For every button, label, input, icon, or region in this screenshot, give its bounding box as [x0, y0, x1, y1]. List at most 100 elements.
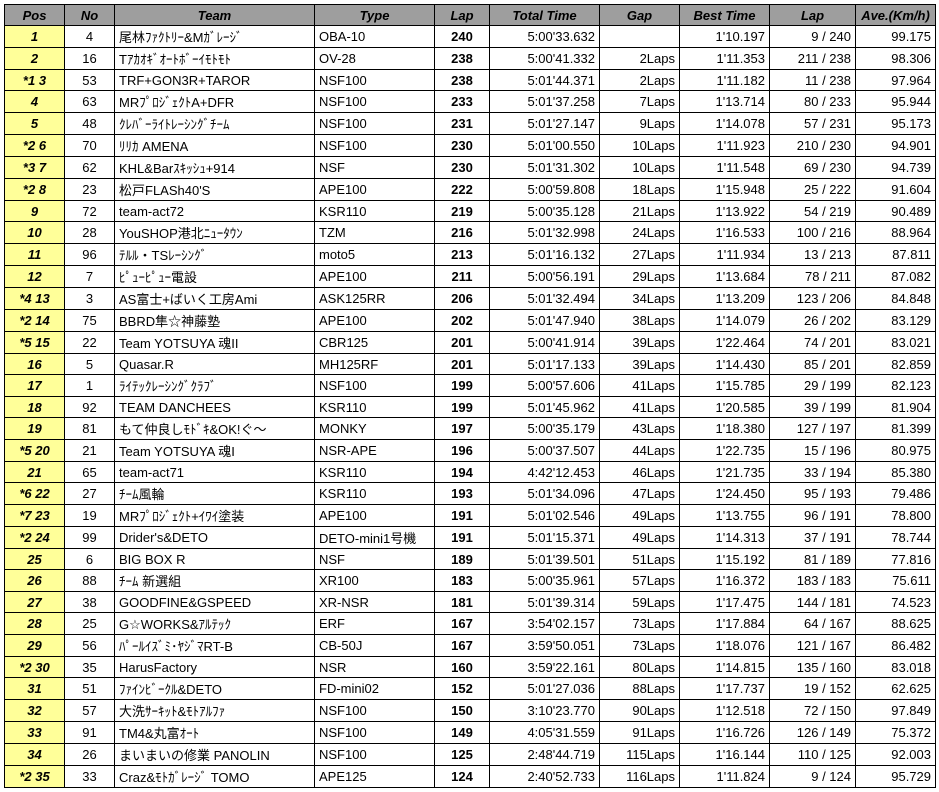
cell-bt: 1'14.430	[680, 354, 770, 375]
cell-team: まいまいの修業 PANOLIN	[115, 744, 315, 766]
cell-no: 88	[65, 570, 115, 592]
cell-type: APE100	[315, 310, 435, 332]
cell-ave: 91.604	[856, 179, 936, 201]
table-row: 2956ﾊﾟｰﾙｲｽﾞﾐ･ﾔｼﾞﾏRT-BCB-50J1673:59'50.05…	[5, 635, 936, 657]
cell-lap: 125	[435, 744, 490, 766]
cell-bt: 1'16.372	[680, 570, 770, 592]
cell-blap: 9 / 240	[770, 26, 856, 48]
cell-bt: 1'12.518	[680, 700, 770, 722]
cell-pos: *2 24	[5, 527, 65, 549]
cell-blap: 11 / 238	[770, 70, 856, 91]
col-type: Type	[315, 5, 435, 26]
cell-lap: 213	[435, 244, 490, 266]
cell-gap: 2Laps	[600, 48, 680, 70]
cell-team: team-act71	[115, 462, 315, 483]
cell-team: AS富士+ばいく工房Ami	[115, 288, 315, 310]
cell-type: NSF100	[315, 70, 435, 91]
cell-no: 28	[65, 222, 115, 244]
cell-ave: 77.816	[856, 549, 936, 570]
cell-bt: 1'11.923	[680, 135, 770, 157]
cell-lap: 238	[435, 48, 490, 70]
cell-blap: 110 / 125	[770, 744, 856, 766]
cell-tt: 4:05'31.559	[490, 722, 600, 744]
cell-lap: 197	[435, 418, 490, 440]
cell-gap: 46Laps	[600, 462, 680, 483]
cell-lap: 219	[435, 201, 490, 222]
cell-type: CBR125	[315, 332, 435, 354]
cell-ave: 86.482	[856, 635, 936, 657]
cell-ave: 81.904	[856, 397, 936, 418]
cell-pos: 25	[5, 549, 65, 570]
cell-lap: 211	[435, 266, 490, 288]
table-row: 165Quasar.RMH125RF2015:01'17.13339Laps1'…	[5, 354, 936, 375]
cell-lap: 240	[435, 26, 490, 48]
cell-lap: 167	[435, 635, 490, 657]
cell-lap: 191	[435, 527, 490, 549]
cell-no: 92	[65, 397, 115, 418]
cell-type: DETO-mini1号機	[315, 527, 435, 549]
cell-no: 91	[65, 722, 115, 744]
cell-lap: 222	[435, 179, 490, 201]
col-ave: Ave.(Km/h)	[856, 5, 936, 26]
cell-gap: 57Laps	[600, 570, 680, 592]
cell-gap: 39Laps	[600, 332, 680, 354]
cell-gap: 80Laps	[600, 657, 680, 678]
cell-ave: 78.800	[856, 505, 936, 527]
cell-no: 62	[65, 157, 115, 179]
cell-lap: 124	[435, 766, 490, 788]
cell-no: 53	[65, 70, 115, 91]
cell-blap: 123 / 206	[770, 288, 856, 310]
cell-blap: 19 / 152	[770, 678, 856, 700]
cell-no: 16	[65, 48, 115, 70]
cell-type: NSF100	[315, 722, 435, 744]
cell-team: 大洗ｻｰｷｯﾄ&ﾓﾄｱﾙﾌｧ	[115, 700, 315, 722]
cell-tt: 4:42'12.453	[490, 462, 600, 483]
cell-team: Drider's&DETO	[115, 527, 315, 549]
cell-tt: 5:01'27.036	[490, 678, 600, 700]
cell-type: NSF100	[315, 113, 435, 135]
table-row: 548ｸﾚﾊﾞｰﾗｲﾄﾚｰｼﾝｸﾞﾁｰﾑNSF1002315:01'27.147…	[5, 113, 936, 135]
results-table: Pos No Team Type Lap Total Time Gap Best…	[4, 4, 936, 788]
cell-blap: 210 / 230	[770, 135, 856, 157]
cell-team: 松戸FLASh40'S	[115, 179, 315, 201]
cell-no: 96	[65, 244, 115, 266]
cell-gap	[600, 26, 680, 48]
cell-pos: 11	[5, 244, 65, 266]
cell-no: 3	[65, 288, 115, 310]
table-row: *3 762KHL&Barｽｷｯｼｭ+914NSF2305:01'31.3021…	[5, 157, 936, 179]
cell-bt: 1'17.475	[680, 592, 770, 613]
cell-tt: 5:01'45.962	[490, 397, 600, 418]
cell-tt: 5:00'35.961	[490, 570, 600, 592]
cell-gap: 47Laps	[600, 483, 680, 505]
cell-pos: *5 20	[5, 440, 65, 462]
cell-tt: 5:01'15.371	[490, 527, 600, 549]
cell-team: team-act72	[115, 201, 315, 222]
cell-team: ﾃﾙﾙ・TSﾚｰｼﾝｸﾞ	[115, 244, 315, 266]
col-team: Team	[115, 5, 315, 26]
cell-ave: 95.944	[856, 91, 936, 113]
table-row: *4 133AS富士+ばいく工房AmiASK125RR2065:01'32.49…	[5, 288, 936, 310]
cell-team: MRﾌﾟﾛｼﾞｪｸﾄA+DFR	[115, 91, 315, 113]
cell-team: ﾌｧｲﾝﾋﾞｰｸﾙ&DETO	[115, 678, 315, 700]
cell-lap: 181	[435, 592, 490, 613]
cell-bt: 1'11.548	[680, 157, 770, 179]
cell-ave: 83.129	[856, 310, 936, 332]
cell-no: 33	[65, 766, 115, 788]
cell-team: Tｱｶｵｷﾞｵｰﾄﾎﾞｰｲﾓﾄﾓﾄ	[115, 48, 315, 70]
cell-ave: 99.175	[856, 26, 936, 48]
cell-bt: 1'11.353	[680, 48, 770, 70]
cell-pos: 28	[5, 613, 65, 635]
cell-gap: 51Laps	[600, 549, 680, 570]
cell-lap: 183	[435, 570, 490, 592]
cell-type: FD-mini02	[315, 678, 435, 700]
cell-gap: 73Laps	[600, 613, 680, 635]
cell-tt: 3:54'02.157	[490, 613, 600, 635]
cell-lap: 230	[435, 135, 490, 157]
cell-team: Team YOTSUYA 魂II	[115, 332, 315, 354]
cell-pos: 31	[5, 678, 65, 700]
cell-bt: 1'15.948	[680, 179, 770, 201]
cell-blap: 72 / 150	[770, 700, 856, 722]
cell-type: NSR-APE	[315, 440, 435, 462]
cell-bt: 1'15.192	[680, 549, 770, 570]
cell-pos: 4	[5, 91, 65, 113]
